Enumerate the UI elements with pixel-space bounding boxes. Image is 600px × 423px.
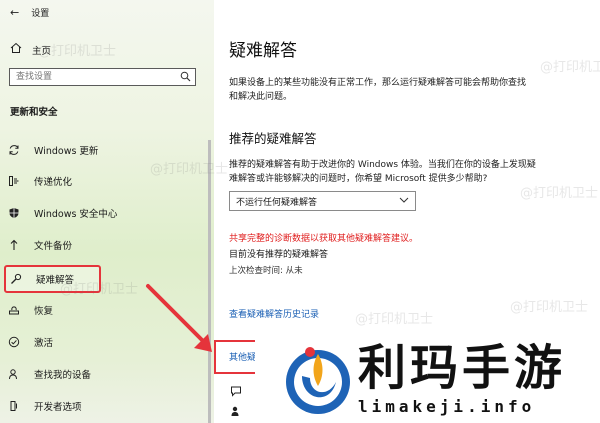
search-input[interactable]: [14, 69, 178, 85]
sidebar-item-windows-security[interactable]: Windows 安全中心: [0, 202, 200, 224]
recovery-icon: [8, 304, 30, 316]
delivery-optimization-icon: [8, 175, 30, 187]
sidebar-item-label: Windows 安全中心: [34, 209, 118, 220]
section-title: 更新和安全: [10, 107, 58, 118]
other-troubleshooters-link[interactable]: 其他疑: [229, 350, 256, 363]
no-recommended-text: 目前没有推荐的疑难解答: [229, 250, 329, 260]
diagnostic-data-warning-link[interactable]: 共享完整的诊断数据以获取其他疑难解答建议。: [229, 231, 418, 244]
sidebar-item-troubleshoot[interactable]: 疑难解答: [4, 265, 101, 293]
window-title-bar: ← 设置: [10, 6, 49, 19]
backup-arrow-icon: [8, 239, 30, 251]
sidebar-item-file-backup[interactable]: 文件备份: [0, 234, 200, 256]
page-title: 疑难解答: [229, 41, 297, 61]
logo-chinese-text: 利玛手游: [358, 340, 567, 396]
sidebar-item-label: 疑难解答: [36, 275, 75, 286]
sidebar-item-label: 恢复: [34, 306, 54, 317]
sidebar-item-windows-update[interactable]: Windows 更新: [0, 139, 200, 161]
back-arrow-icon[interactable]: ←: [10, 6, 19, 19]
shield-icon: [8, 207, 30, 219]
intro-text: 如果设备上的某些功能没有正常工作，那么运行疑难解答可能会帮助你查找和解决此问题。: [229, 78, 527, 102]
sidebar-item-label: 传递优化: [34, 177, 73, 188]
sidebar-item-label: 激活: [34, 338, 54, 349]
sidebar-item-find-my-device[interactable]: 查找我的设备: [0, 363, 200, 385]
feedback-icon[interactable]: [230, 405, 242, 420]
sync-icon: [8, 144, 30, 156]
dropdown-value: 不运行任何疑难解答: [236, 197, 318, 208]
annotation-arrow-icon: [146, 284, 212, 352]
search-icon[interactable]: [180, 71, 191, 85]
recommended-dropdown[interactable]: 不运行任何疑难解答: [229, 191, 416, 211]
person-pin-icon: [8, 368, 30, 380]
view-history-link[interactable]: 查看疑难解答历史记录: [229, 307, 319, 320]
home-nav[interactable]: 主页: [10, 42, 51, 57]
sidebar-item-label: Windows 更新: [34, 146, 99, 157]
wrench-icon: [10, 273, 32, 285]
logo-domain-text: limakeji.info: [358, 397, 536, 416]
chat-help-icon[interactable]: [230, 385, 242, 400]
developer-icon: [8, 400, 30, 412]
recommended-description: 推荐的疑难解答有助于改进你的 Windows 体验。当我们在你的设备上发现疑难解…: [229, 160, 536, 184]
last-checked-text: 上次检查时间: 从未: [229, 266, 303, 276]
sidebar-item-delivery-optimization[interactable]: 传递优化: [0, 170, 200, 192]
check-circle-icon: [8, 336, 30, 348]
sidebar-item-label: 开发者选项: [34, 402, 82, 413]
chevron-down-icon: [399, 196, 409, 206]
logo-emblem-icon: [286, 347, 350, 414]
sidebar-item-developer-options[interactable]: 开发者选项: [0, 395, 200, 417]
sidebar-item-label: 文件备份: [34, 241, 73, 252]
home-icon: [10, 42, 22, 57]
window-title: 设置: [31, 9, 50, 19]
recommended-heading: 推荐的疑难解答: [229, 131, 317, 146]
sidebar-item-label: 查找我的设备: [34, 370, 92, 381]
home-label: 主页: [32, 45, 52, 57]
search-box[interactable]: [9, 68, 196, 86]
